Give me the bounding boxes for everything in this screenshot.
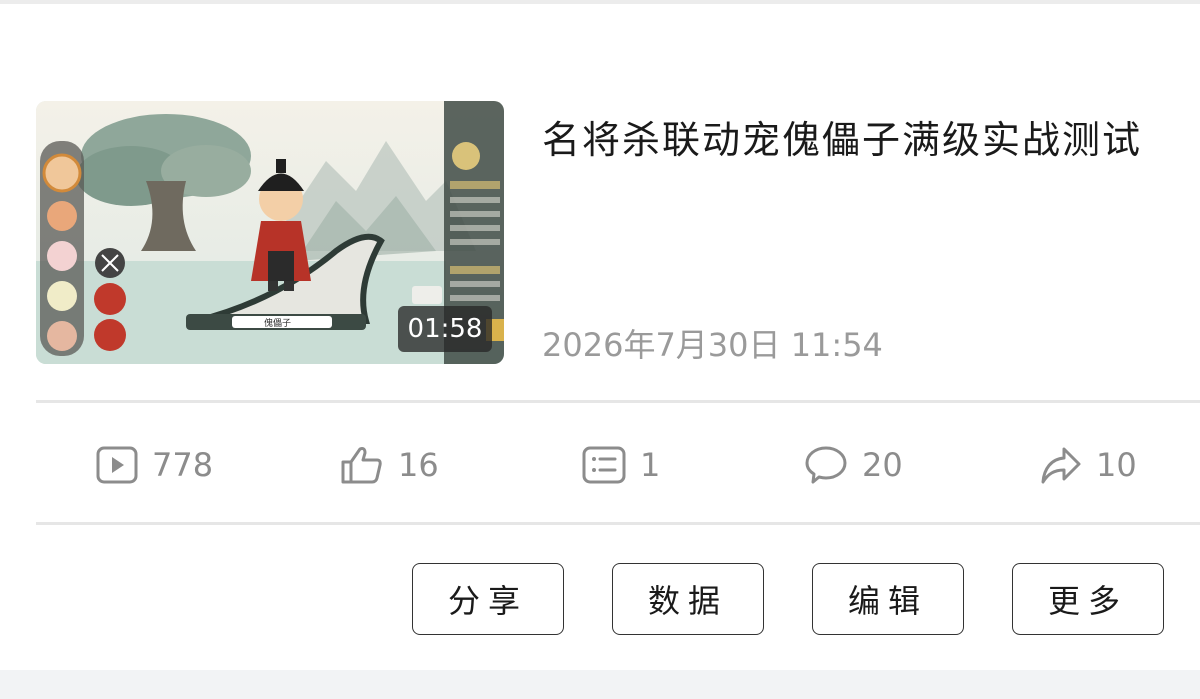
more-button[interactable]: 更多	[1012, 563, 1164, 635]
share-button[interactable]: 分享	[412, 563, 564, 635]
list-icon	[582, 446, 626, 484]
divider	[36, 400, 1200, 403]
video-item-card: 傀儡子 01:58 名将杀联动宠傀儡子满级实战测试 2026年7月30日 11:…	[0, 0, 1200, 699]
shares-count: 10	[1096, 446, 1137, 484]
video-duration-badge: 01:58	[398, 306, 492, 352]
views-count: 778	[152, 446, 214, 484]
comments-count: 20	[862, 446, 903, 484]
comments-stat[interactable]: 20	[804, 440, 903, 490]
bottom-separator	[0, 670, 1200, 699]
share-icon	[1041, 447, 1081, 484]
divider	[36, 522, 1200, 525]
data-button[interactable]: 数据	[612, 563, 764, 635]
thumbnail-caption: 傀儡子	[264, 317, 291, 329]
shares-stat[interactable]: 10	[1040, 440, 1137, 490]
edit-button[interactable]: 编辑	[812, 563, 964, 635]
video-thumbnail[interactable]: 傀儡子 01:58	[36, 101, 504, 364]
danmaku-count: 1	[640, 446, 661, 484]
likes-count: 16	[398, 446, 439, 484]
comment-icon	[805, 446, 847, 484]
publish-date: 2026年7月30日 11:54	[542, 326, 883, 364]
danmaku-stat[interactable]: 1	[582, 440, 660, 490]
play-icon	[96, 446, 138, 484]
top-divider	[0, 0, 1200, 4]
views-stat: 778	[96, 440, 213, 490]
likes-stat[interactable]: 16	[340, 440, 439, 490]
video-title[interactable]: 名将杀联动宠傀儡子满级实战测试	[542, 110, 1162, 170]
thumbs-up-icon	[341, 447, 382, 484]
